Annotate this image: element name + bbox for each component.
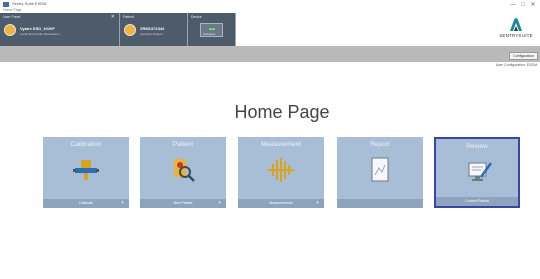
patient-name: Synthetic Patient xyxy=(140,32,163,36)
minimize-button[interactable]: — xyxy=(508,1,518,9)
device-status-box: ▬ Connected xyxy=(200,23,223,37)
user-avatar-icon xyxy=(4,24,16,36)
user-workstation: Local Sentrysuite Workstation xyxy=(20,32,60,36)
user-panel[interactable]: User Panel ✕ Vyaire ESD_2020F Local Sent… xyxy=(0,13,120,46)
logo-text: SENTRYSUITE xyxy=(499,33,533,38)
brand-logo: SENTRYSUITE xyxy=(498,17,534,43)
title-bar: Sentry Suite ESDM Home Page — □ ✕ xyxy=(0,0,540,13)
tile-footer[interactable]: Measurements + xyxy=(238,199,324,208)
tile-calibration[interactable]: Calibration Calibrate + xyxy=(43,137,129,208)
patient-panel[interactable]: Patient ZRM1372344 Synthetic Patient xyxy=(120,13,188,46)
calibrate-action[interactable]: Calibrate xyxy=(43,201,129,205)
report-icon xyxy=(371,157,389,182)
tile-measurement[interactable]: Measurement Measurements + xyxy=(238,137,324,208)
device-panel-label: Device xyxy=(191,15,202,19)
tile-footer[interactable]: New Patient + xyxy=(140,199,226,208)
user-name: Vyaire ESD_2020F xyxy=(20,26,55,31)
tile-report[interactable]: Report xyxy=(337,137,423,208)
add-icon[interactable]: + xyxy=(121,200,124,206)
add-icon[interactable]: + xyxy=(316,200,319,206)
tile-footer[interactable]: Current Patient xyxy=(436,197,518,206)
device-status: Connected xyxy=(203,33,216,36)
user-panel-label: User Panel xyxy=(3,15,21,19)
window-subtitle: Home Page xyxy=(3,8,22,12)
tile-footer[interactable] xyxy=(337,199,423,208)
window-title: Sentry Suite ESDM xyxy=(12,1,47,6)
logo-mark-icon xyxy=(510,18,522,31)
close-icon[interactable]: ✕ xyxy=(111,14,115,20)
patient-avatar-icon xyxy=(124,24,136,36)
tile-label: Report xyxy=(370,141,390,148)
patient-id: ZRM1372344 xyxy=(140,26,165,31)
tile-review[interactable]: Review Current Patient xyxy=(434,137,520,208)
measurement-wave-icon xyxy=(268,158,294,182)
tile-label: Measurement xyxy=(261,141,301,148)
device-panel[interactable]: Device ▬ Connected xyxy=(188,13,236,46)
tile-patient[interactable]: Patient New Patient + xyxy=(140,137,226,208)
tile-label: Review xyxy=(466,143,488,150)
current-patient-action[interactable]: Current Patient xyxy=(436,199,518,203)
tile-footer[interactable]: Calibrate + xyxy=(43,199,129,208)
toolbar: Configuration xyxy=(0,46,540,62)
home-tiles: Calibration Calibrate + Patient New Pati… xyxy=(43,137,521,209)
device-connected-icon: ▬ xyxy=(209,26,215,32)
calibration-icon xyxy=(73,160,99,180)
page-title: Home Page xyxy=(234,102,330,122)
new-patient-action[interactable]: New Patient xyxy=(140,201,226,205)
tile-label: Calibration xyxy=(70,141,102,148)
app-icon xyxy=(3,2,9,7)
add-icon[interactable]: + xyxy=(218,200,221,206)
tile-label: Patient xyxy=(172,141,194,148)
close-window-button[interactable]: ✕ xyxy=(528,1,538,9)
patient-search-icon xyxy=(174,159,195,182)
header-strip: User Panel ✕ Vyaire ESD_2020F Local Sent… xyxy=(0,13,540,46)
measurements-action[interactable]: Measurements xyxy=(238,201,324,205)
maximize-button[interactable]: □ xyxy=(518,1,528,9)
user-configuration-label: User Configuration: ESDM xyxy=(495,63,537,67)
configuration-button[interactable]: Configuration xyxy=(509,52,538,60)
application-window: Sentry Suite ESDM Home Page — □ ✕ User P… xyxy=(0,0,540,279)
patient-panel-label: Patient xyxy=(123,15,134,19)
review-edit-icon xyxy=(468,162,493,181)
